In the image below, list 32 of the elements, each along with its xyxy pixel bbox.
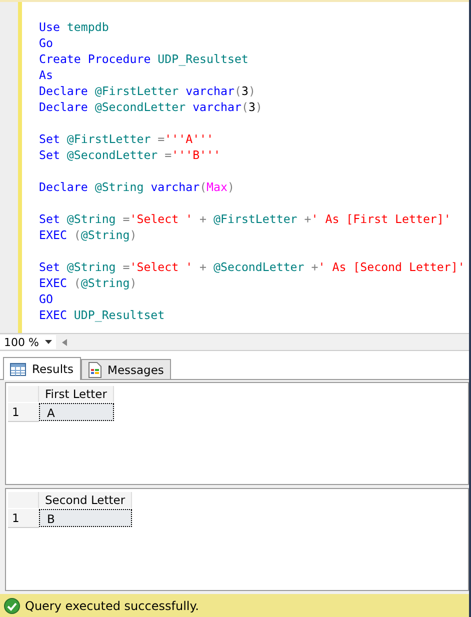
results-tab[interactable]: Results (3, 357, 81, 380)
code-line: EXEC (@String) (39, 227, 138, 243)
grid-icon (10, 362, 26, 376)
code-line: Declare @String varchar(Max) (39, 179, 236, 195)
status-text: Query executed successfully. (25, 598, 199, 612)
check-icon (4, 598, 20, 614)
caret-icon (45, 340, 52, 344)
code-line: Set @FirstLetter ='''A''' (39, 131, 215, 147)
code-line: Set @SecondLetter ='''B''' (39, 147, 222, 163)
code-line: EXEC (@String) (39, 275, 138, 291)
code-line: As (39, 67, 54, 83)
code-line: Set @String ='Select ' + @SecondLetter +' As [Second Letter]' (39, 259, 465, 275)
scroll-left-icon[interactable] (62, 338, 67, 346)
code-line: Use tempdb (39, 19, 110, 35)
code-line: Go (39, 35, 54, 51)
row-number: 1 (8, 403, 39, 422)
code-line: Declare @SecondLetter varchar(3) (39, 99, 264, 115)
table-cell[interactable]: A (39, 403, 114, 421)
header-corner (8, 492, 39, 508)
code-line: Create Procedure UDP_Resultset (39, 51, 250, 67)
column-header: First Letter (39, 386, 114, 402)
code-line: Set @String ='Select ' + @FirstLetter +' As [First Letter]' (39, 211, 452, 227)
zoom-dropdown[interactable]: 100 % (0, 335, 56, 349)
code-line: Declare @FirstLetter varchar(3) (39, 83, 256, 99)
code-line: GO (39, 291, 54, 307)
code-line: EXEC UDP_Resultset (39, 307, 166, 323)
document-icon (88, 362, 102, 378)
table-cell[interactable]: B (39, 509, 132, 527)
results-tab[interactable]: Messages (80, 359, 171, 379)
column-header: Second Letter (39, 492, 132, 508)
row-number: 1 (8, 509, 39, 528)
header-corner (8, 386, 39, 402)
